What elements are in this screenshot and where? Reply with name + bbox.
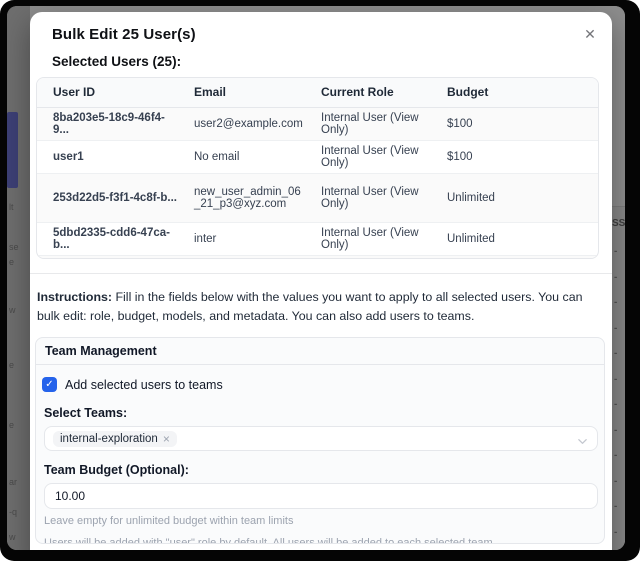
column-header-budget: Budget <box>439 78 598 107</box>
selected-users-label: Selected Users (25): <box>52 54 181 69</box>
background-cell-fragment: - <box>614 374 617 385</box>
cell-email: No email <box>186 140 313 173</box>
instructions-label: Instructions: <box>37 290 112 304</box>
instructions-text: Instructions: Fill in the fields below w… <box>37 288 607 325</box>
background-column-header-fragment: SS <box>612 218 625 229</box>
budget-helper-text: Leave empty for unlimited budget within … <box>44 515 596 527</box>
checkmark-icon: ✓ <box>45 379 53 390</box>
cell-user-id: 5dbd2335-cdd6-47ca-b... <box>37 222 186 255</box>
window-frame: lt se e w e e ar -q w SS - - - - - - - -… <box>0 0 640 561</box>
background-text-fragment: lt <box>9 202 14 212</box>
teams-multiselect[interactable]: internal-exploration × <box>44 426 598 451</box>
background-cell-fragment: - <box>614 348 617 359</box>
cell-email: new_user_admin_06_21_p3@xyz.com <box>186 173 313 222</box>
team-management-section: Team Management ✓ Add selected users to … <box>35 337 605 544</box>
team-management-title: Team Management <box>36 338 604 365</box>
background-cell-fragment: - <box>614 323 617 334</box>
table-row: user1 No email Internal User (View Only)… <box>37 140 598 173</box>
column-header-user-id: User ID <box>37 78 186 107</box>
cell-user-id: 8ba203e5-18c9-46f4-9... <box>37 107 186 140</box>
cell-budget: Unlimited <box>439 222 598 255</box>
team-budget-input[interactable] <box>44 483 598 509</box>
cell-current-role: Internal User (View Only) <box>313 173 439 222</box>
close-icon[interactable]: ✕ <box>578 22 602 46</box>
select-teams-label: Select Teams: <box>44 406 596 420</box>
background-text-fragment: e <box>9 420 14 430</box>
cell-user-id: user1 <box>37 140 186 173</box>
cell-email: inter <box>186 222 313 255</box>
cell-budget: $100 <box>439 140 598 173</box>
cell-user-id: 253d22d5-f3f1-4c8f-b... <box>37 173 186 222</box>
background-cell-fragment: - <box>614 476 617 487</box>
cell-user-id <box>37 255 186 259</box>
section-divider <box>30 273 612 274</box>
chevron-down-icon <box>577 434 588 452</box>
background-text-fragment: se <box>9 242 19 252</box>
background-nav-fragment <box>7 112 18 188</box>
remove-tag-icon[interactable]: × <box>163 433 170 445</box>
cell-email: internal-user-ui-qa-06-28- <box>186 255 313 259</box>
cell-current-role: Internal User (View Only) <box>313 107 439 140</box>
background-text-fragment: e <box>9 257 14 267</box>
cell-budget: $100 <box>439 107 598 140</box>
column-header-email: Email <box>186 78 313 107</box>
table-row: 8ba203e5-18c9-46f4-9... user2@example.co… <box>37 107 598 140</box>
column-header-current-role: Current Role <box>313 78 439 107</box>
background-cell-fragment: - <box>614 527 617 538</box>
selected-team-tag: internal-exploration × <box>53 431 177 447</box>
selected-users-table: User ID Email Current Role Budget 8ba203… <box>36 77 599 259</box>
add-users-checkbox-row: ✓ Add selected users to teams <box>42 377 596 392</box>
background-cell-fragment: - <box>614 450 617 461</box>
background-text-fragment: ar <box>9 477 17 487</box>
cell-email: user2@example.com <box>186 107 313 140</box>
modal-title: Bulk Edit 25 User(s) <box>52 26 196 43</box>
table-header-row: User ID Email Current Role Budget <box>37 78 598 107</box>
background-cell-fragment: - <box>614 297 617 308</box>
dimmed-background-page: lt se e w e e ar -q w SS - - - - - - - -… <box>7 6 625 550</box>
table-row-clipped: internal-user-ui-qa-06-28- <box>37 255 598 259</box>
background-cell-fragment: - <box>614 425 617 436</box>
team-tag-label: internal-exploration <box>60 433 158 445</box>
cell-budget <box>439 255 598 259</box>
background-left-strip: lt se e w e e ar -q w <box>7 6 30 550</box>
team-budget-label: Team Budget (Optional): <box>44 463 596 477</box>
cell-current-role: Internal User (View Only) <box>313 140 439 173</box>
cell-budget: Unlimited <box>439 173 598 222</box>
background-cell-fragment: - <box>614 246 617 257</box>
background-cell-fragment: - <box>614 399 617 410</box>
background-text-fragment: w <box>9 532 16 542</box>
background-cell-fragment: - <box>614 272 617 283</box>
add-users-checkbox-label: Add selected users to teams <box>65 378 223 392</box>
background-cell-fragment: - <box>614 501 617 512</box>
table-row: 253d22d5-f3f1-4c8f-b... new_user_admin_0… <box>37 173 598 222</box>
role-helper-text: Users will be added with "user" role by … <box>44 537 596 544</box>
cell-current-role: Internal User (View Only) <box>313 222 439 255</box>
table-row: 5dbd2335-cdd6-47ca-b... inter Internal U… <box>37 222 598 255</box>
background-text-fragment: w <box>9 305 16 315</box>
add-users-checkbox[interactable]: ✓ <box>42 377 57 392</box>
bulk-edit-modal: Bulk Edit 25 User(s) ✕ Selected Users (2… <box>30 12 612 550</box>
background-text-fragment: -q <box>9 507 17 517</box>
instructions-body: Fill in the fields below with the values… <box>37 290 582 323</box>
cell-current-role <box>313 255 439 259</box>
background-text-fragment: e <box>9 360 14 370</box>
